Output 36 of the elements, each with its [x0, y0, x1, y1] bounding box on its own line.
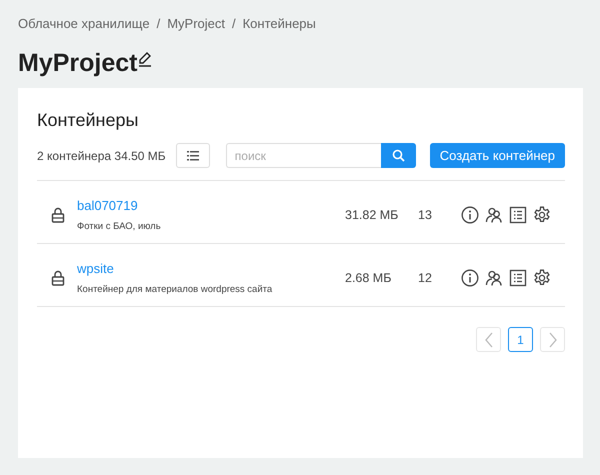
users-icon[interactable]	[485, 269, 503, 287]
panel-heading: Контейнеры	[37, 110, 140, 131]
settings-icon[interactable]	[533, 269, 551, 287]
list-icon	[187, 150, 200, 160]
search-button[interactable]	[380, 143, 416, 168]
info-icon[interactable]	[461, 269, 479, 287]
object-count: 12	[418, 271, 433, 285]
breadcrumb-separator: /	[232, 16, 236, 31]
container-size: 2.68 МБ	[345, 271, 392, 285]
breadcrumb-separator: /	[156, 16, 160, 31]
object-count: 13	[418, 208, 433, 222]
lock-icon	[51, 207, 65, 223]
search-icon	[392, 149, 405, 162]
container-name-link[interactable]: wpsite	[77, 261, 345, 276]
create-container-button[interactable]: Создать контейнер	[430, 143, 565, 168]
lock-icon	[51, 270, 65, 286]
settings-icon[interactable]	[533, 206, 551, 224]
page-button[interactable]: 1	[508, 327, 533, 352]
list-icon[interactable]	[509, 269, 527, 287]
breadcrumb-link[interactable]: Контейнеры	[242, 16, 316, 31]
container-description: Фотки с БАО, июль	[77, 221, 162, 232]
list-icon[interactable]	[509, 206, 527, 224]
search-field[interactable]: поиск	[226, 143, 381, 168]
edit-icon[interactable]	[137, 51, 154, 67]
summary-text: 2 контейнера 34.50 МБ	[37, 148, 167, 162]
container-size: 31.82 МБ	[345, 208, 400, 222]
container-description: Контейнер для материалов wordpress сайта	[77, 284, 274, 295]
breadcrumb-link[interactable]: MyProject	[167, 16, 225, 31]
project-title: MyProject	[18, 49, 138, 78]
list-view-button[interactable]	[176, 143, 210, 168]
chevron-left-icon	[484, 332, 494, 348]
users-icon[interactable]	[485, 206, 503, 224]
chevron-right-icon	[548, 332, 558, 348]
breadcrumb-link[interactable]: Облачное хранилище	[18, 16, 150, 31]
container-name-link[interactable]: bal070719	[77, 198, 345, 213]
info-icon[interactable]	[461, 206, 479, 224]
